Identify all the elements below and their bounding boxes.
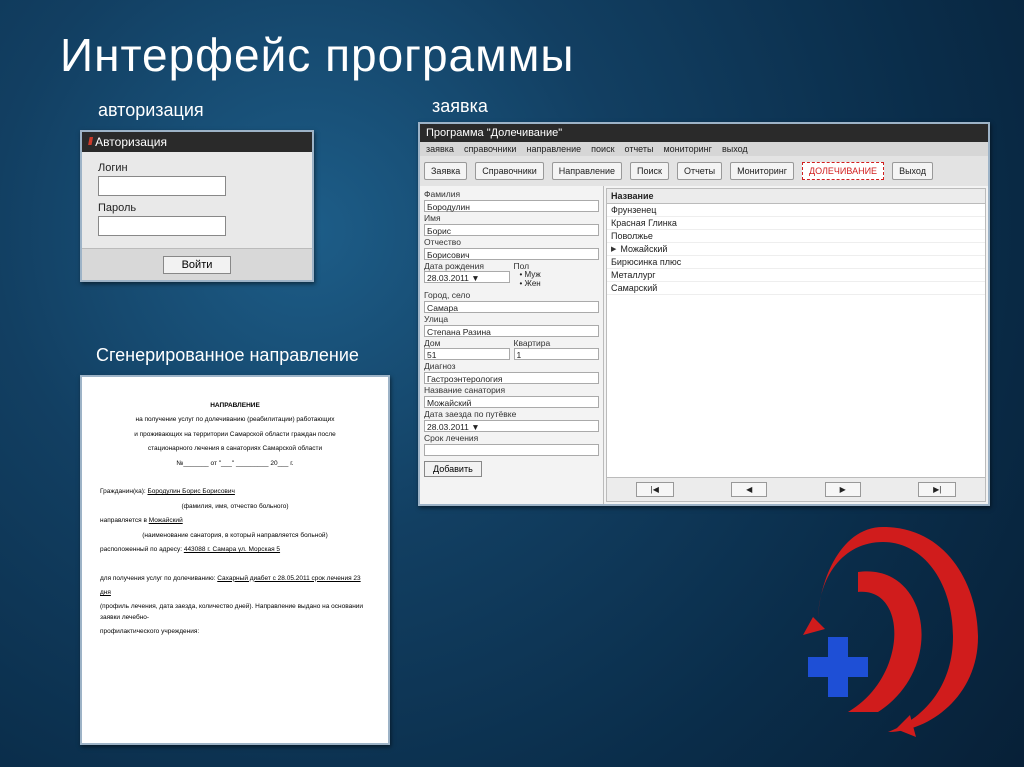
app-menubar: заявка справочники направление поиск отч… — [420, 142, 988, 156]
menu-request[interactable]: заявка — [426, 144, 454, 154]
tb-exit[interactable]: Выход — [892, 162, 933, 180]
slide-title: Интерфейс программы — [60, 28, 574, 82]
menu-refs[interactable]: справочники — [464, 144, 517, 154]
name-input[interactable]: Борис — [424, 224, 599, 236]
diag-label: Диагноз — [424, 361, 599, 371]
house-label: Дом — [424, 338, 510, 348]
doc-sub2: и проживающих на территории Самарской об… — [100, 430, 370, 440]
nav-first[interactable]: |◀ — [636, 482, 674, 497]
list-item[interactable]: Красная Глинка — [607, 217, 985, 230]
house-input[interactable]: 51 — [424, 348, 510, 360]
doc-foot2: профилактического учреждения: — [100, 627, 370, 637]
tb-highlight: ДОЛЕЧИВАНИЕ — [802, 162, 884, 180]
doc-addr: расположенный по адресу: 443088 г. Самар… — [100, 545, 370, 555]
menu-exit[interactable]: выход — [722, 144, 748, 154]
auth-titlebar: /// Авторизация — [82, 132, 312, 152]
menu-monitoring[interactable]: мониторинг — [663, 144, 712, 154]
arrive-label: Дата заезда по путёвке — [424, 409, 599, 419]
doc-serv: для получения услуг по долечиванию: Саха… — [100, 574, 370, 584]
san-label: Название санатория — [424, 385, 599, 395]
list-header: Название — [607, 189, 985, 204]
tb-reports[interactable]: Отчеты — [677, 162, 722, 180]
nav-bar: |◀ ◀ ▶ ▶| — [607, 477, 985, 501]
login-input[interactable] — [98, 176, 226, 196]
san-input[interactable]: Можайский — [424, 396, 599, 408]
app-titlebar: Программа "Долечивание" — [420, 124, 988, 142]
doc-citizen: Гражданин(ка): Бородулин Борис Борисович — [100, 487, 370, 497]
doc-citizen-note: (фамилия, имя, отчество больного) — [100, 502, 370, 512]
doc-title: НАПРАВЛЕНИЕ — [100, 401, 370, 411]
doc-san-note: (наименование санатория, в который напра… — [100, 531, 370, 541]
doc-sub1: на получение услуг по долечиванию (реаби… — [100, 415, 370, 425]
list-item[interactable]: Поволжье — [607, 230, 985, 243]
logo — [778, 517, 988, 737]
menu-direction[interactable]: направление — [526, 144, 581, 154]
dob-input[interactable]: 28.03.2011 ▼ — [424, 271, 510, 283]
login-label: Логин — [98, 162, 296, 174]
city-label: Город, село — [424, 290, 599, 300]
caption-auth: авторизация — [98, 100, 204, 121]
term-input[interactable] — [424, 444, 599, 456]
diag-input[interactable]: Гастроэнтерология — [424, 372, 599, 384]
city-input[interactable]: Самара — [424, 301, 599, 313]
auth-window: /// Авторизация Логин Пароль Войти — [80, 130, 314, 282]
password-label: Пароль — [98, 202, 296, 214]
menu-reports[interactable]: отчеты — [625, 144, 654, 154]
auth-icon: /// — [88, 136, 91, 148]
app-window: Программа "Долечивание" заявка справочни… — [418, 122, 990, 506]
list-item[interactable]: Металлург — [607, 269, 985, 282]
nav-next[interactable]: ▶ — [825, 482, 861, 497]
caption-request: заявка — [432, 96, 488, 117]
doc-sub3: стационарного лечения в санаториях Самар… — [100, 444, 370, 454]
doc-foot: (профиль лечения, дата заезда, количеств… — [100, 602, 370, 623]
patronymic-label: Отчество — [424, 237, 599, 247]
list-item[interactable]: Можайский — [607, 243, 985, 256]
caption-doc: Сгенерированное направление — [96, 345, 359, 366]
surname-label: Фамилия — [424, 189, 599, 199]
doc-sent: направляется в Можайский — [100, 516, 370, 526]
arrive-input[interactable]: 28.03.2011 ▼ — [424, 420, 599, 432]
nav-last[interactable]: ▶| — [918, 482, 956, 497]
doc-window: НАПРАВЛЕНИЕ на получение услуг по долечи… — [80, 375, 390, 745]
surname-input[interactable]: Бородулин — [424, 200, 599, 212]
password-input[interactable] — [98, 216, 226, 236]
tb-search[interactable]: Поиск — [630, 162, 669, 180]
menu-search[interactable]: поиск — [591, 144, 614, 154]
tb-refs[interactable]: Справочники — [475, 162, 544, 180]
name-label: Имя — [424, 213, 599, 223]
dob-label: Дата рождения — [424, 261, 510, 271]
flat-input[interactable]: 1 — [514, 348, 600, 360]
term-label: Срок лечения — [424, 433, 599, 443]
form-pane: Фамилия Бородулин Имя Борис Отчество Бор… — [420, 186, 604, 504]
patronymic-input[interactable]: Борисович — [424, 248, 599, 260]
tb-request[interactable]: Заявка — [424, 162, 467, 180]
list-pane: Название ФрунзенецКрасная ГлинкаПоволжье… — [606, 188, 986, 502]
auth-title: Авторизация — [95, 135, 167, 149]
doc-numline: №_______ от "___" _________ 20___ г. — [100, 459, 370, 469]
list-rows[interactable]: ФрунзенецКрасная ГлинкаПоволжьеМожайский… — [607, 204, 985, 477]
flat-label: Квартира — [514, 338, 600, 348]
street-input[interactable]: Степана Разина — [424, 325, 599, 337]
tb-direction[interactable]: Направление — [552, 162, 622, 180]
list-item[interactable]: Фрунзенец — [607, 204, 985, 217]
list-item[interactable]: Бирюсинка плюс — [607, 256, 985, 269]
list-item[interactable]: Самарский — [607, 282, 985, 295]
nav-prev[interactable]: ◀ — [731, 482, 767, 497]
street-label: Улица — [424, 314, 599, 324]
login-button[interactable]: Войти — [163, 256, 232, 274]
app-toolbar: Заявка Справочники Направление Поиск Отч… — [420, 156, 988, 186]
gender-f[interactable]: Жен — [520, 280, 600, 289]
tb-monitoring[interactable]: Мониторинг — [730, 162, 794, 180]
add-button[interactable]: Добавить — [424, 461, 482, 477]
doc-days: дня — [100, 588, 370, 598]
